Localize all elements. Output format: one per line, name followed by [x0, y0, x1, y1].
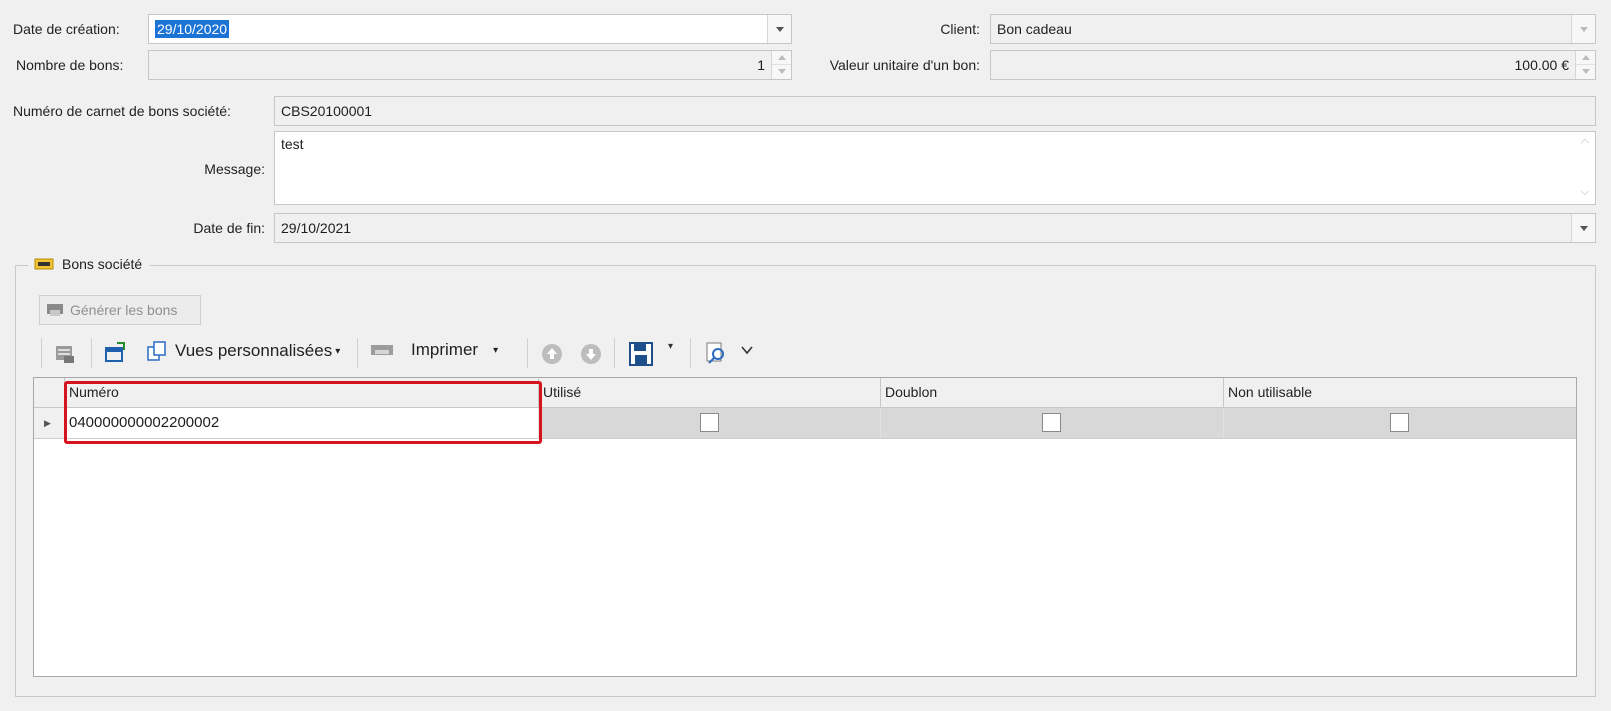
message-value: test — [281, 136, 304, 152]
toolbar-separator — [690, 338, 691, 368]
row-indicator-header — [34, 378, 64, 407]
toolbar-separator — [614, 338, 615, 368]
save-dropdown-icon[interactable]: ▾ — [668, 341, 673, 352]
valeur-unitaire-value: 100.00 € — [1514, 57, 1570, 73]
scroll-down-icon[interactable] — [1580, 186, 1590, 196]
toolbar-separator — [91, 338, 92, 368]
message-label: Message: — [204, 161, 265, 177]
generate-bons-label: Générer les bons — [70, 302, 178, 318]
date-creation-value: 29/10/2020 — [155, 20, 230, 38]
message-scrollbar[interactable] — [1575, 132, 1595, 204]
chevron-down-icon[interactable] — [740, 343, 754, 360]
client-dropdown-button[interactable] — [1571, 15, 1595, 43]
valeur-unitaire-spinner[interactable] — [1575, 51, 1595, 79]
cell-utilise[interactable] — [538, 408, 880, 438]
numero-carnet-label: Numéro de carnet de bons société: — [13, 103, 231, 119]
arrow-up-circle-icon[interactable] — [541, 343, 563, 368]
toolbar-grip — [41, 338, 42, 368]
nombre-bons-label: Nombre de bons: — [16, 57, 124, 73]
save-icon[interactable] — [628, 341, 654, 370]
valeur-unitaire-field[interactable]: 100.00 € — [990, 50, 1596, 80]
non-utilisable-checkbox[interactable] — [1390, 413, 1409, 432]
column-header-utilise[interactable]: Utilisé — [538, 378, 880, 407]
table-icon[interactable] — [54, 342, 76, 367]
custom-views-label: Vues personnalisées — [175, 341, 333, 360]
valeur-unitaire-label: Valeur unitaire d'un bon: — [829, 57, 980, 73]
bons-societe-group-title: Bons société — [28, 253, 151, 275]
highlight-box — [64, 381, 542, 444]
export-icon[interactable] — [104, 341, 128, 366]
print-button[interactable]: Imprimer ▾ — [370, 340, 498, 360]
numero-carnet-value: CBS20100001 — [281, 103, 373, 119]
gift-card-icon — [34, 258, 54, 270]
column-header-doublon[interactable]: Doublon — [880, 378, 1223, 407]
print-label: Imprimer — [411, 340, 479, 359]
nombre-bons-field[interactable]: 1 — [148, 50, 792, 80]
date-fin-label: Date de fin: — [193, 220, 265, 236]
printer-icon — [371, 345, 393, 355]
numero-carnet-field[interactable]: CBS20100001 — [274, 96, 1596, 126]
date-creation-dropdown-button[interactable] — [767, 15, 791, 43]
caret-down-icon: ▾ — [335, 345, 341, 357]
utilise-checkbox[interactable] — [700, 413, 719, 432]
date-creation-label: Date de création: — [13, 21, 120, 37]
nombre-bons-value: 1 — [757, 57, 765, 73]
date-creation-field[interactable]: 29/10/2020 — [148, 14, 792, 44]
date-fin-dropdown-button[interactable] — [1571, 214, 1595, 242]
cell-doublon[interactable] — [880, 408, 1223, 438]
row-pointer-icon: ▶ — [44, 418, 51, 428]
row-indicator[interactable]: ▶ — [34, 408, 64, 438]
printer-icon — [47, 304, 63, 316]
toolbar-separator — [357, 338, 358, 368]
scroll-up-icon[interactable] — [1580, 138, 1590, 148]
toolbar-separator — [527, 338, 528, 368]
arrow-down-circle-icon[interactable] — [580, 343, 602, 368]
custom-views-button[interactable]: Vues personnalisées ▾ — [146, 340, 340, 362]
doublon-checkbox[interactable] — [1042, 413, 1061, 432]
search-document-icon[interactable] — [704, 341, 728, 368]
nombre-bons-spinner[interactable] — [771, 51, 791, 79]
client-label: Client: — [940, 21, 980, 37]
date-fin-field[interactable]: 29/10/2021 — [274, 213, 1596, 243]
message-textarea[interactable]: test — [274, 131, 1596, 205]
cell-non-utilisable[interactable] — [1223, 408, 1576, 438]
copy-views-icon — [147, 341, 166, 361]
client-field[interactable]: Bon cadeau — [990, 14, 1596, 44]
print-dropdown-icon[interactable]: ▾ — [493, 345, 498, 356]
column-header-non-utilisable[interactable]: Non utilisable — [1223, 378, 1576, 407]
generate-bons-button[interactable]: Générer les bons — [39, 295, 201, 325]
client-value: Bon cadeau — [997, 21, 1072, 37]
date-fin-value: 29/10/2021 — [281, 220, 352, 236]
group-title-text: Bons société — [62, 256, 143, 272]
